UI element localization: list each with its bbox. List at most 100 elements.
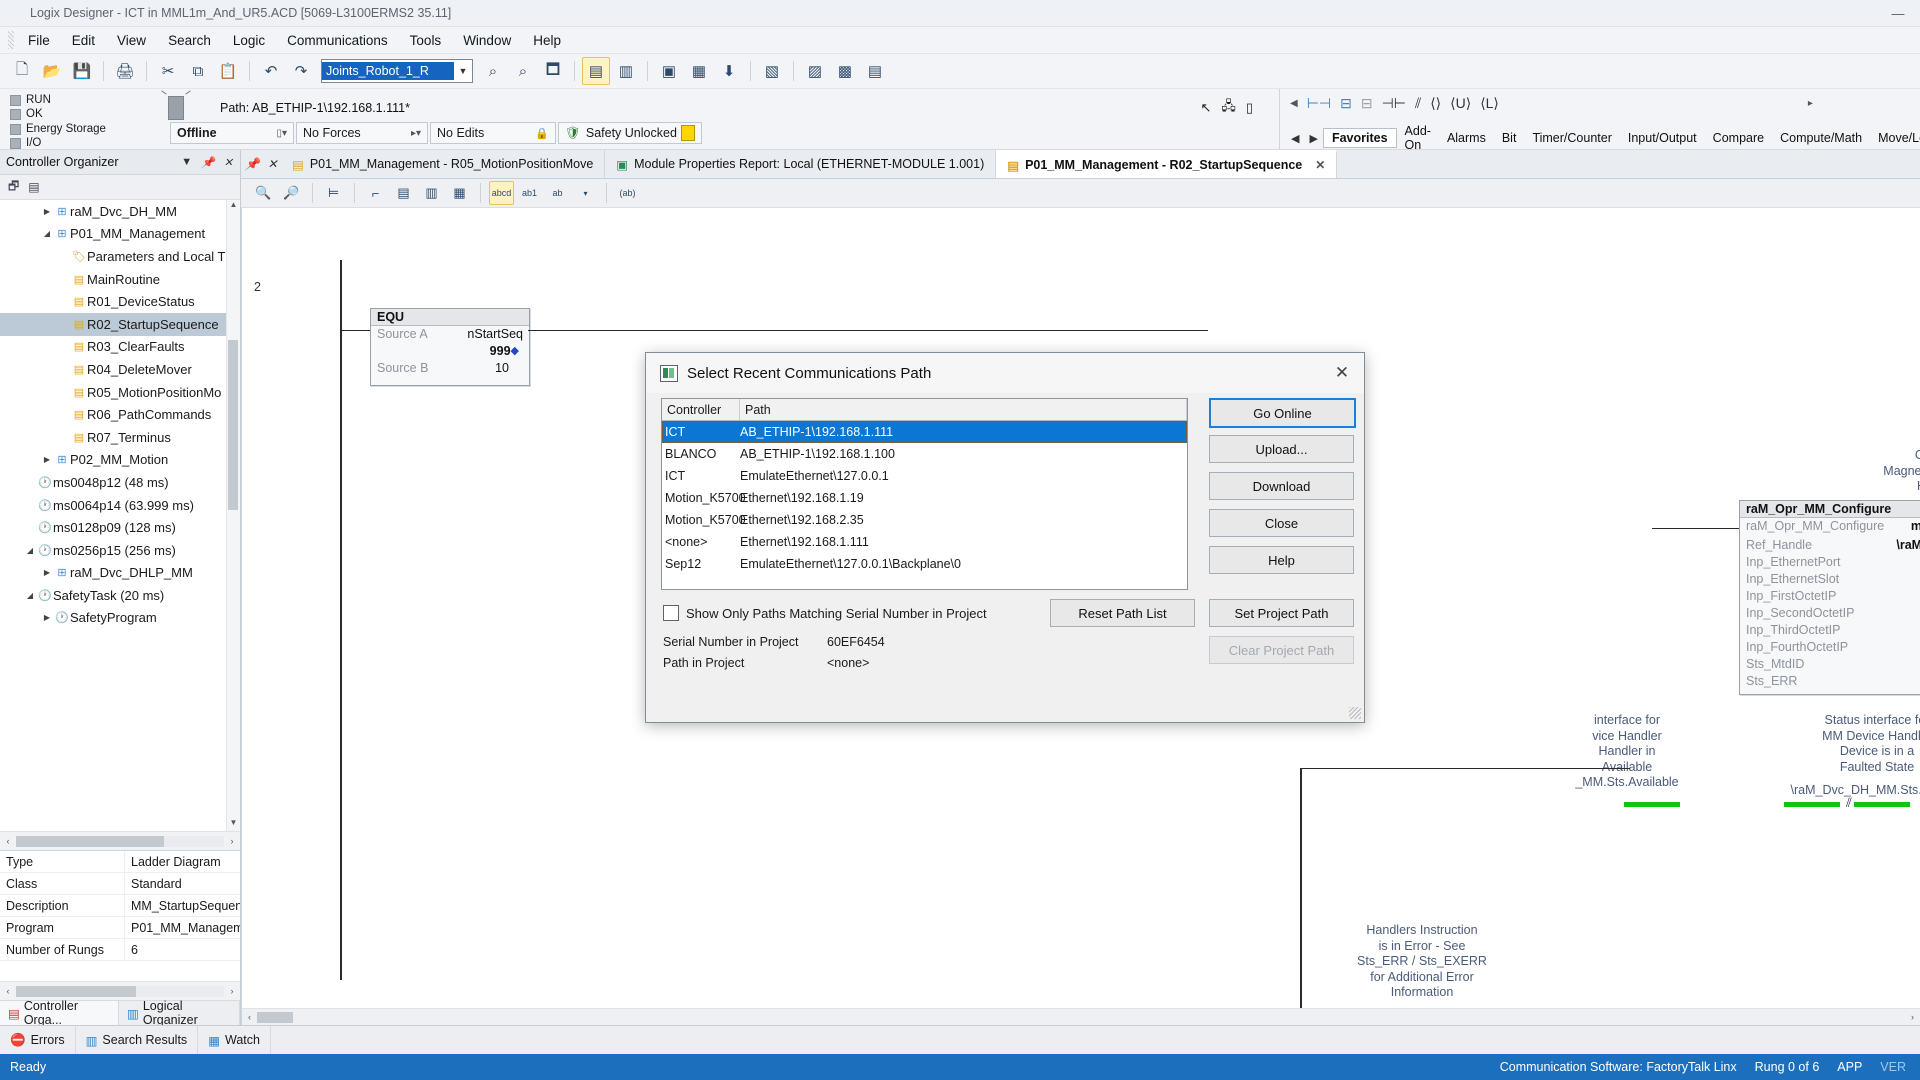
scroll-track[interactable] [16,835,224,847]
close-icon[interactable]: ✕ [1315,158,1325,172]
save-icon[interactable]: 💾 [68,57,96,85]
chevron-down-icon[interactable]: ▸▾ [411,128,421,139]
dropdown-icon[interactable]: ▾ [573,181,598,205]
tab-controller-organizer[interactable]: ▤ Controller Orga... [0,999,120,1027]
scroll-down-icon[interactable]: ▼ [227,818,240,831]
tree-horizontal-scrollbar[interactable]: ‹ › [0,831,240,850]
menu-item-window[interactable]: Window [452,30,522,51]
download-button[interactable]: Download [1209,472,1354,500]
scroll-left-icon[interactable]: ‹ [0,986,16,996]
column-header-path[interactable]: Path [740,399,1187,420]
program-tags-icon[interactable]: ▥ [612,57,640,85]
who-active-icon[interactable]: ▩ [831,57,859,85]
close-icon[interactable]: ✕ [224,156,233,169]
scroll-up-icon[interactable]: ▲ [227,200,240,213]
tree-item-ms0048p12-48-ms[interactable]: 🕐 ms0048p12 (48 ms) [0,471,240,494]
new-file-icon[interactable]: 🗋 [8,57,36,85]
scroll-thumb[interactable] [228,340,238,510]
tree-item-ms0064p14-63-999-ms[interactable]: 🕐 ms0064p14 (63.999 ms) [0,494,240,517]
tree-item-ram-dvc-dhlp-mm[interactable]: ▶ ⊞ raM_Dvc_DHLP_MM [0,562,240,585]
tree-item-ram-dvc-dh-mm[interactable]: ▶ ⊞ raM_Dvc_DH_MM [0,200,240,223]
safety-status[interactable]: 🛡 Safety Unlocked [558,122,702,144]
redo-icon[interactable]: ↷ [287,57,315,85]
chevron-down-icon[interactable]: ▯▾ [276,128,287,139]
path-list-row[interactable]: <none> Ethernet\192.168.1.111 [662,531,1187,553]
tab-favorites[interactable]: Favorites [1322,128,1397,148]
undo-icon[interactable]: ↶ [257,57,285,85]
pin-icon[interactable]: 📌 [244,157,259,171]
ab-icon[interactable]: ab [545,181,570,205]
search-tag-icon[interactable]: ⌕ [479,57,507,85]
tab-input-output[interactable]: Input/Output [1620,129,1705,147]
close-icon[interactable]: ✕ [267,157,277,171]
tree-item-safetytask-20-ms[interactable]: ◢ 🕐 SafetyTask (20 ms) [0,584,240,607]
controller-tree[interactable]: ▶ ⊞ raM_Dvc_DH_MM ◢ ⊞ P01_MM_Management 🏷 Param… [0,200,240,831]
category-next-icon[interactable]: ▶ [1304,132,1322,145]
tag-search-input[interactable]: Joints_Robot_1_R [322,62,454,80]
help-button[interactable]: Help [1209,546,1354,574]
paste-icon[interactable]: 📋 [214,57,242,85]
download-icon[interactable]: ⬇ [715,57,743,85]
branch-remove-icon[interactable]: ⊟ [1361,95,1373,112]
path-list-row[interactable]: Sep12 EmulateEthernet\127.0.0.1\Backplane… [662,553,1187,575]
list-view-icon[interactable]: ▤ [28,180,39,194]
upload-button[interactable]: Upload... [1209,435,1354,463]
menu-item-view[interactable]: View [106,30,157,51]
scroll-right-icon[interactable]: › [224,836,240,846]
path-list-row[interactable]: BLANCO AB_ETHIP-1\192.168.1.100 [662,443,1187,465]
tab-move-logical[interactable]: Move/Logical [1870,129,1920,147]
edit-rung-icon[interactable]: ▦ [447,181,472,205]
document-tab-r02[interactable]: ▤ P01_MM_Management - R02_StartupSequenc… [996,150,1338,178]
chevron-down-icon[interactable]: ◢ [40,229,54,238]
tree-item-r04-deletemover[interactable]: ▤ R04_DeleteMover [0,358,240,381]
forces-dropdown[interactable]: No Forces ▸▾ [296,122,428,144]
tag-search-combo[interactable]: Joints_Robot_1_R ▼ [321,59,473,83]
tab-bit[interactable]: Bit [1494,129,1525,147]
equ-instruction-block[interactable]: EQU Source A nStartSeq 999 ◆ Source B 10 [370,308,530,386]
battery-icon[interactable]: ▯ [1246,100,1253,116]
rung-goto-icon[interactable]: ⊨ [321,181,346,205]
canvas-horizontal-scrollbar[interactable]: ‹ › [242,1008,1920,1025]
scroll-left-icon[interactable]: ‹ [242,1012,257,1022]
copy-icon[interactable]: ⧉ [184,57,212,85]
verify-icon[interactable]: ▣ [655,57,683,85]
tree-item-r05-motionpositionmo[interactable]: ▤ R05_MotionPositionMo [0,381,240,404]
pointer-icon[interactable]: ↖ [1200,100,1211,116]
go-online-button[interactable]: Go Online [1209,398,1356,428]
tree-item-safetyprogram[interactable]: ▶ 🕐 SafetyProgram [0,607,240,630]
show-only-matching-serial-checkbox-row[interactable]: Show Only Paths Matching Serial Number i… [663,605,987,621]
safety-lock-icon[interactable] [681,125,695,141]
zoom-out-icon[interactable]: 🔎 [279,181,304,205]
communication-path[interactable]: Path: AB_ETHIP-1\192.168.1.111* [220,101,410,115]
scroll-right-icon[interactable]: › [224,986,240,996]
document-tab-module-properties[interactable]: ▣ Module Properties Report: Local (ETHER… [605,150,997,178]
abcd-icon[interactable]: abcd [489,181,514,205]
tab-compute-math[interactable]: Compute/Math [1772,129,1870,147]
tree-item-mainroutine[interactable]: ▤ MainRoutine [0,268,240,291]
properties-horizontal-scrollbar[interactable]: ‹ › [0,981,240,1000]
pin-icon[interactable]: 📌 [201,156,215,169]
minimize-button[interactable]: — [1876,6,1920,21]
column-header-controller[interactable]: Controller [662,399,740,420]
chevron-down-icon[interactable]: ▼ [181,156,192,169]
xio-contact[interactable]: ⫽ [1846,795,1852,811]
scroll-right-icon[interactable]: ▸ [1808,98,1813,109]
tab-add-on[interactable]: Add-On [1397,122,1439,154]
path-list-row[interactable]: ICT EmulateEthernet\127.0.0.1 [662,465,1187,487]
open-folder-icon[interactable]: 📂 [38,57,66,85]
path-list-row[interactable]: ICT AB_ETHIP-1\192.168.1.111 [662,421,1187,443]
ote-icon[interactable]: ⟨⟩ [1430,95,1441,112]
tab-alarms[interactable]: Alarms [1439,129,1494,147]
print-icon[interactable]: 🖨 [111,57,139,85]
menu-item-tools[interactable]: Tools [399,30,453,51]
chevron-down-icon[interactable]: ◢ [23,591,37,600]
scroll-track[interactable] [16,985,224,997]
tab-logical-organizer[interactable]: ▥ Logical Organizer [119,999,240,1027]
show-only-matching-serial-checkbox[interactable] [663,605,679,621]
xic-icon[interactable]: ⊣⊢ [1382,95,1406,112]
branch-level-icon[interactable]: ⊟ [1340,95,1352,112]
zoom-in-icon[interactable]: 🔍 [251,181,276,205]
properties-icon[interactable]: ▤ [861,57,889,85]
menu-item-help[interactable]: Help [522,30,572,51]
scroll-left-icon[interactable]: ‹ [0,836,16,846]
